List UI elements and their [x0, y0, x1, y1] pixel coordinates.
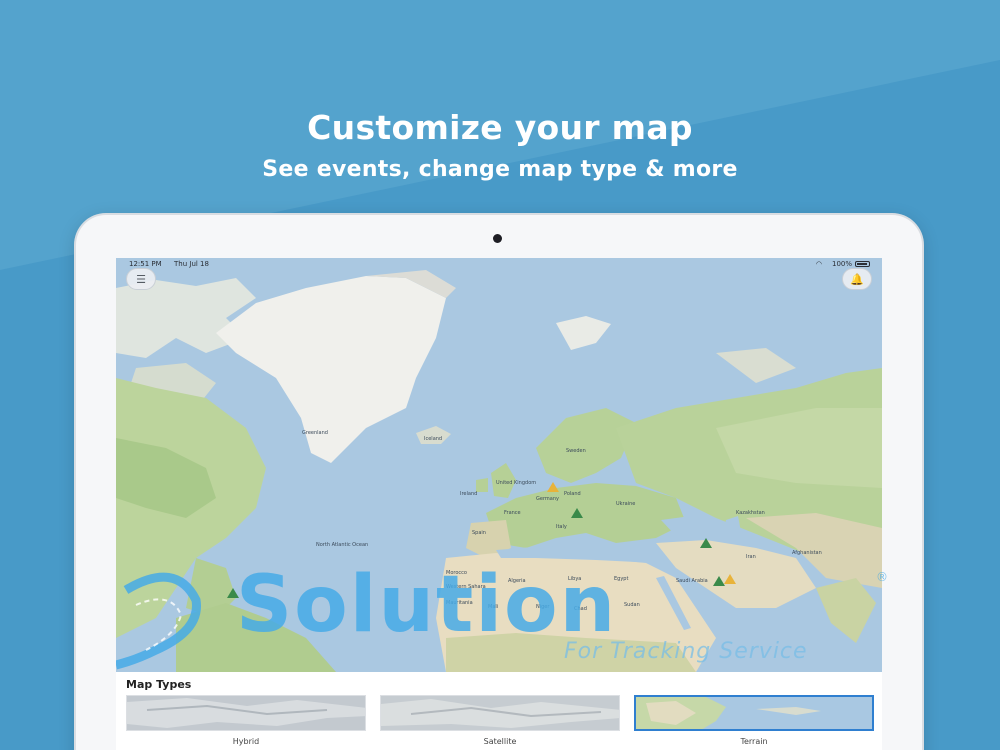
status-time: 12:51 PM — [129, 260, 162, 268]
status-bar: 12:51 PM Thu Jul 18 ◠ 100% — [116, 258, 882, 270]
bell-icon: 🔔 — [850, 272, 864, 286]
map-label-ocean: North Atlantic Ocean — [316, 542, 369, 548]
map-type-label: Satellite — [483, 737, 517, 746]
map-label-western-sahara: Western Sahara — [446, 584, 486, 590]
map-label-sweden: Sweden — [566, 448, 586, 454]
camera-dot — [493, 234, 502, 243]
wifi-icon: ◠ — [815, 260, 822, 268]
map-type-thumbnail — [126, 695, 366, 731]
tablet-frame: Greenland Iceland North Atlantic Ocean U… — [76, 215, 922, 750]
map-label-iceland: Iceland — [424, 436, 443, 442]
map-label-libya: Libya — [568, 576, 582, 582]
map-label-mauritania: Mauritania — [446, 600, 473, 606]
map-type-label: Hybrid — [232, 737, 260, 746]
map-label-poland: Poland — [564, 491, 581, 497]
world-map[interactable] — [116, 258, 882, 672]
map-type-label: Terrain — [740, 737, 768, 746]
map-label-afghanistan: Afghanistan — [792, 550, 822, 556]
map-label-chad: Chad — [574, 606, 587, 612]
menu-icon: ☰ — [136, 272, 146, 286]
map-types-panel: Map Types Hybrid Satellite Terrain — [116, 672, 882, 750]
status-date: Thu Jul 18 — [174, 260, 209, 268]
status-battery: 100% — [831, 260, 852, 268]
map-label-mali: Mali — [488, 604, 499, 610]
map-label-uk: United Kingdom — [496, 480, 537, 486]
headline: Customize your map — [307, 108, 693, 147]
map-label-germany: Germany — [536, 496, 559, 502]
app-screen: Greenland Iceland North Atlantic Ocean U… — [116, 258, 882, 750]
map-label-france: France — [504, 510, 521, 516]
battery-icon — [855, 261, 870, 267]
map-label-sudan: Sudan — [624, 602, 640, 608]
map-label-spain: Spain — [472, 530, 486, 536]
map-label-egypt: Egypt — [614, 576, 629, 582]
map-type-thumbnail — [380, 695, 620, 731]
map-type-satellite[interactable]: Satellite — [380, 695, 620, 750]
map-type-thumbnail — [634, 695, 874, 731]
map-label-niger: Niger — [536, 604, 550, 610]
map-label-italy: Italy — [556, 524, 567, 530]
subheadline: See events, change map type & more — [262, 157, 738, 182]
map-label-greenland: Greenland — [302, 430, 328, 436]
map-label-kazakhstan: Kazakhstan — [736, 510, 765, 516]
map-label-ireland: Ireland — [460, 491, 478, 497]
notification-button[interactable]: 🔔 — [842, 268, 872, 290]
menu-button[interactable]: ☰ — [126, 268, 156, 290]
map-label-saudi: Saudi Arabia — [676, 578, 708, 584]
map-label-iran: Iran — [746, 554, 756, 560]
map-type-terrain[interactable]: Terrain — [634, 695, 874, 750]
map-label-ukraine: Ukraine — [616, 501, 636, 507]
map-label-algeria: Algeria — [508, 578, 526, 584]
map-label-morocco: Morocco — [446, 570, 467, 576]
map-type-hybrid[interactable]: Hybrid — [126, 695, 366, 750]
panel-title: Map Types — [126, 678, 192, 691]
